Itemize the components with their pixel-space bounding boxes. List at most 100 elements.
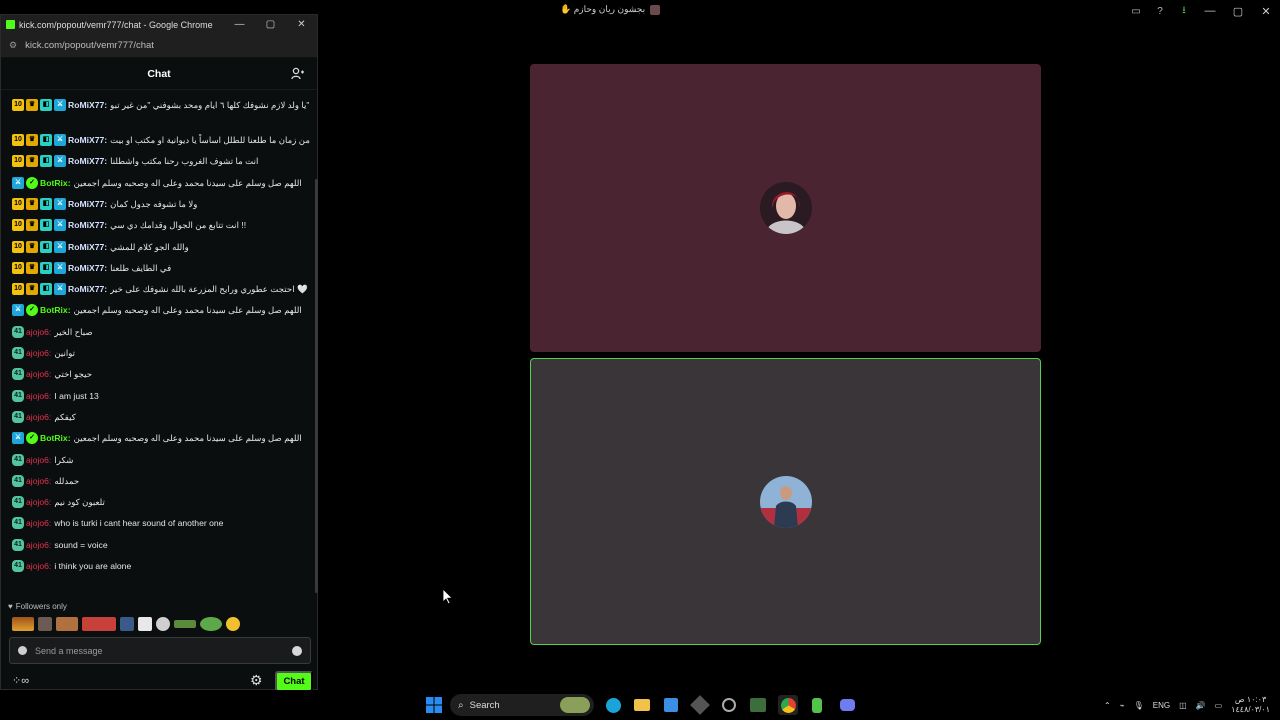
sub-tier-badge[interactable]: 10 xyxy=(12,283,24,296)
emote-banner[interactable] xyxy=(82,617,116,631)
subscriber-badge[interactable]: 41 xyxy=(12,389,24,402)
moderator-badge-icon[interactable]: ⚔ xyxy=(54,197,66,210)
crown-badge-icon[interactable]: ♛ xyxy=(26,134,38,146)
chat-message[interactable]: 41 ajojo6: صباح الخير xyxy=(12,325,310,338)
participant-tile-1[interactable] xyxy=(530,64,1041,352)
app-icon-green[interactable] xyxy=(807,695,827,715)
app-icon-snip[interactable] xyxy=(719,695,739,715)
moderator-badge-icon[interactable]: ⚔ xyxy=(54,240,66,253)
chat-message[interactable]: 10 ♛ ◧ ⚔ RoMiX77: ولا ما تشوفه جدول كمان xyxy=(12,197,310,210)
emote-portrait[interactable] xyxy=(56,617,78,631)
chat-message[interactable]: ⚔ ✓ BotRix: اللهم صل وسلم على سيدنا محمد وع… xyxy=(12,176,310,189)
subscriber-badge[interactable]: 41 xyxy=(12,368,24,381)
chrome-icon[interactable] xyxy=(778,695,798,715)
moderator-badge-icon[interactable]: ⚔ xyxy=(54,99,66,111)
chat-message[interactable]: 10 ♛ ◧ ⚔ RoMiX77: انت ما تشوف الغروب رحنا مكت… xyxy=(12,155,310,168)
chat-username[interactable]: RoMiX77: xyxy=(68,241,107,253)
chat-message[interactable]: 41 ajojo6: sound = voice xyxy=(12,538,310,551)
chat-username[interactable]: ajojo6: xyxy=(26,560,51,572)
popout-url-bar[interactable]: ⚙ kick.com/popout/vemr777/chat xyxy=(1,34,317,58)
moderator-badge-icon[interactable]: ⚔ xyxy=(54,134,66,146)
sub-tier-badge[interactable]: 10 xyxy=(12,240,24,253)
chat-message[interactable]: 41 ajojo6: توانين xyxy=(12,347,310,359)
popout-close-button[interactable]: ✕ xyxy=(286,19,317,30)
subscriber-badge[interactable]: 41 xyxy=(12,453,24,466)
close-button[interactable]: ✕ xyxy=(1252,0,1280,22)
moderator-badge-icon[interactable]: ⚔ xyxy=(54,155,66,168)
sub-tier-badge[interactable]: 10 xyxy=(12,261,24,274)
file-explorer-icon[interactable] xyxy=(632,695,652,715)
emote-frog[interactable] xyxy=(200,617,222,631)
network-icon[interactable]: ⌁ xyxy=(1120,701,1125,710)
sub-tier-badge[interactable]: 10 xyxy=(12,155,24,168)
chat-username[interactable]: ajojo6: xyxy=(26,347,51,359)
microphone-icon[interactable]: 🎙 xyxy=(1134,701,1144,710)
help-icon[interactable]: ? xyxy=(1148,0,1172,22)
subscriber-badge[interactable]: 41 xyxy=(12,560,24,572)
chat-username[interactable]: ajojo6: xyxy=(26,326,51,338)
language-indicator[interactable]: ENG xyxy=(1153,701,1170,710)
chat-username[interactable]: RoMiX77: xyxy=(68,262,107,274)
volume-icon[interactable]: 🔊 xyxy=(1196,701,1206,710)
chat-message[interactable]: 10 ♛ ◧ ⚔ RoMiX77: والله الجو كلام للمشي xyxy=(12,240,310,253)
gear-icon[interactable]: ⚙ xyxy=(250,672,263,689)
verified-badge-icon[interactable]: ✓ xyxy=(26,304,38,317)
emote-smile[interactable] xyxy=(226,617,240,631)
og-badge-icon[interactable]: ◧ xyxy=(40,197,52,210)
og-badge-icon[interactable]: ◧ xyxy=(40,261,52,274)
kicks-icon[interactable]: ⁘∞ xyxy=(12,674,29,687)
taskbar-search[interactable]: ⌕ Search xyxy=(450,694,594,716)
chat-username[interactable]: RoMiX77: xyxy=(68,155,107,167)
chat-message[interactable]: 41 ajojo6: تلعبون كود نيم xyxy=(12,496,310,509)
chat-username[interactable]: ajojo6: xyxy=(26,517,51,529)
og-badge-icon[interactable]: ◧ xyxy=(40,155,52,168)
chat-message[interactable]: ⚔ ✓ BotRix: اللهم صل وسلم على سيدنا محمد وع… xyxy=(12,432,310,445)
emote-picker-icon[interactable] xyxy=(18,646,27,655)
settings-app-icon[interactable] xyxy=(690,695,710,715)
crown-badge-icon[interactable]: ♛ xyxy=(26,219,38,232)
chat-message[interactable]: 10 ♛ ◧ ⚔ RoMiX77: يا ولد لازم نشوفك كلها ٦ اي… xyxy=(12,99,310,111)
crown-badge-icon[interactable]: ♛ xyxy=(26,197,38,210)
message-input[interactable]: Send a message xyxy=(9,637,311,664)
chat-message[interactable]: 41 ajojo6: حمدلله xyxy=(12,474,310,487)
edge-icon[interactable] xyxy=(603,695,623,715)
chat-username[interactable]: ajojo6: xyxy=(26,454,51,466)
popout-minimize-button[interactable]: — xyxy=(224,19,255,30)
emote-ghost[interactable] xyxy=(156,617,170,631)
chat-username[interactable]: RoMiX77: xyxy=(68,283,107,295)
chat-username[interactable]: ajojo6: xyxy=(26,496,51,508)
moderator-badge-icon[interactable]: ⚔ xyxy=(54,261,66,274)
site-settings-icon[interactable]: ⚙ xyxy=(9,40,17,51)
subscriber-badge[interactable]: 41 xyxy=(12,496,24,509)
users-icon[interactable] xyxy=(291,67,305,81)
moderator-badge-icon[interactable]: ⚔ xyxy=(12,176,24,189)
verified-badge-icon[interactable]: ✓ xyxy=(26,432,38,445)
emote-face[interactable] xyxy=(38,617,52,631)
chat-message[interactable]: 10 ♛ ◧ ⚔ RoMiX77: انت تتابع من الجوال وقدامك … xyxy=(12,219,310,232)
chat-username[interactable]: BotRix: xyxy=(40,304,71,316)
og-badge-icon[interactable]: ◧ xyxy=(40,99,52,111)
subscriber-badge[interactable]: 41 xyxy=(12,538,24,551)
og-badge-icon[interactable]: ◧ xyxy=(40,134,52,146)
og-badge-icon[interactable]: ◧ xyxy=(40,240,52,253)
chat-message[interactable]: 41 ajojo6: I am just 13 xyxy=(12,389,310,402)
crown-badge-icon[interactable]: ♛ xyxy=(26,155,38,168)
sub-tier-badge[interactable]: 10 xyxy=(12,99,24,111)
crown-badge-icon[interactable]: ♛ xyxy=(26,261,38,274)
chat-username[interactable]: RoMiX77: xyxy=(68,198,107,210)
chat-username[interactable]: ajojo6: xyxy=(26,475,51,487)
og-badge-icon[interactable]: ◧ xyxy=(40,219,52,232)
app-icon-game[interactable] xyxy=(748,695,768,715)
send-chat-button[interactable]: Chat xyxy=(275,671,313,692)
wifi-icon[interactable]: ◫ xyxy=(1179,701,1187,710)
discord-icon[interactable] xyxy=(837,695,857,715)
verified-badge-icon[interactable]: ✓ xyxy=(26,176,38,189)
chat-message[interactable]: 10 ♛ ◧ ⚔ RoMiX77: من زمان ما طلعنا للطلل اساس… xyxy=(12,134,310,146)
subscriber-badge[interactable]: 41 xyxy=(12,347,24,359)
chat-username[interactable]: RoMiX77: xyxy=(68,134,107,146)
chat-message[interactable]: 41 ajojo6: كيفكم xyxy=(12,410,310,423)
minimize-button[interactable]: — xyxy=(1196,0,1224,22)
crown-badge-icon[interactable]: ♛ xyxy=(26,99,38,111)
emote-card[interactable] xyxy=(138,617,152,631)
chat-message[interactable]: 10 ♛ ◧ ⚔ RoMiX77: احتجت عطوري ورايح المزرعة ب… xyxy=(12,283,310,296)
